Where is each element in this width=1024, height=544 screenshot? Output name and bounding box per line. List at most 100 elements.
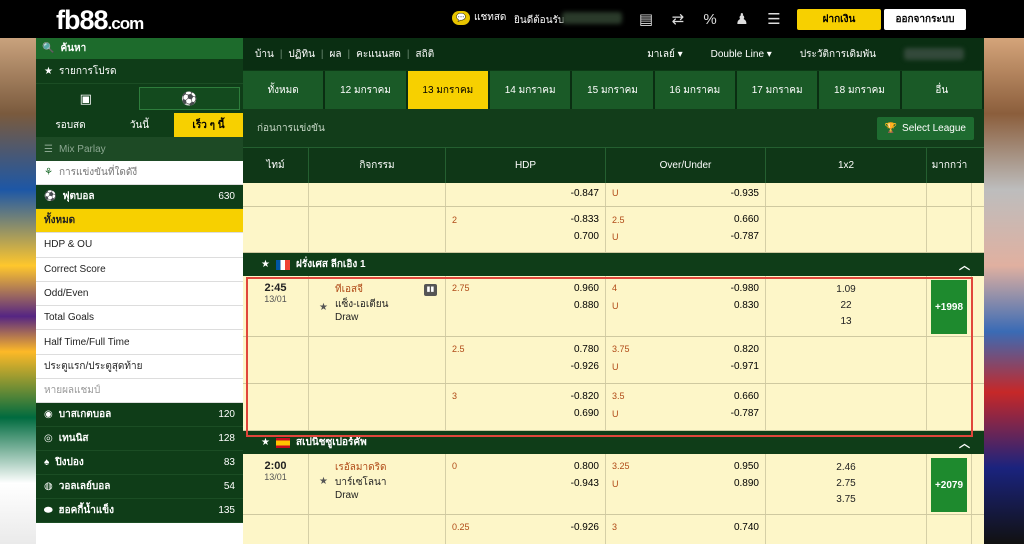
table-row: 0.25 -0.926 3 0.740 <box>243 515 984 544</box>
star-icon[interactable]: ★ <box>261 259 270 270</box>
hdp-odds[interactable]: 0.700 <box>574 231 599 242</box>
date-tab-18[interactable]: 18 มกราคม <box>819 71 902 109</box>
sub-item-correct-score[interactable]: Correct Score <box>36 257 243 282</box>
match-date: 13/01 <box>264 294 287 304</box>
sidebar-item-table-tennis[interactable]: ♠ ปิงปอง 83 <box>36 451 243 476</box>
sub-item-all[interactable]: ทั้งหมด <box>36 209 243 234</box>
sidebar-item-basketball[interactable]: ◉ บาสเกตบอล 120 <box>36 403 243 428</box>
hdp-odds[interactable]: 0.800 <box>574 461 599 472</box>
ou-odds[interactable]: -0.787 <box>731 231 759 242</box>
more-markets-button[interactable]: +2079 <box>931 458 967 512</box>
bank-icon[interactable]: ▤ <box>636 10 656 28</box>
hdp-odds[interactable]: 0.880 <box>574 300 599 311</box>
tab-live[interactable]: รอบสด <box>36 113 105 137</box>
ou-odds[interactable]: 0.660 <box>734 391 759 402</box>
nav-live-score[interactable]: คะแนนสด <box>356 47 401 62</box>
date-tab-all[interactable]: ทั้งหมด <box>243 71 326 109</box>
football-icon: ⚽ <box>44 191 57 202</box>
sidebar-search[interactable]: 🔍 ค้นหา <box>36 38 243 59</box>
scoreboard-view-icon[interactable]: ▣ <box>36 84 136 113</box>
sidebar-item-ice-hockey[interactable]: ⬬ ฮอคกี้น้ำแข็ง 135 <box>36 499 243 524</box>
date-tab-13[interactable]: 13 มกราคม <box>407 71 490 109</box>
tab-upcoming[interactable]: เร็ว ๆ นี้ <box>174 113 243 137</box>
sub-item-htft[interactable]: Half Time/Full Time <box>36 330 243 355</box>
league-header-france[interactable]: ★ ฝรั่งเศส ลีกเอิง 1 ︿ <box>243 253 984 276</box>
display-mode-dropdown[interactable]: Double Line ▾ <box>711 49 772 60</box>
odds-format-dropdown[interactable]: มาเลย์ ▾ <box>647 47 682 62</box>
star-icon[interactable]: ★ <box>319 476 328 487</box>
tab-today[interactable]: วันนี้ <box>105 113 174 137</box>
select-league-button[interactable]: 🏆 Select League <box>876 116 974 140</box>
sidebar-item-volleyball[interactable]: ◍ วอลเลย์บอล 54 <box>36 475 243 500</box>
sub-item-hdp-ou[interactable]: HDP & OU <box>36 233 243 258</box>
hdp-odds[interactable]: -0.833 <box>571 214 599 225</box>
odds-x[interactable]: 3.75 <box>766 492 926 508</box>
list-icon[interactable]: ☰ <box>764 10 784 28</box>
chevron-up-icon[interactable]: ︿ <box>959 257 970 273</box>
ou-odds[interactable]: 0.830 <box>734 300 759 311</box>
odds-main-panel: บ้าน | ปฏิทิน | ผล | คะแนนสด | สถิติ มาเลย์ … <box>243 38 984 544</box>
nav-home[interactable]: บ้าน <box>255 47 274 62</box>
date-tab-15[interactable]: 15 มกราคม <box>572 71 655 109</box>
logout-button[interactable]: ออกจากระบบ <box>884 9 966 30</box>
hdp-odds[interactable]: -0.847 <box>571 188 599 199</box>
nav-stats[interactable]: สถิติ <box>416 47 435 62</box>
transfer-icon[interactable]: ⇄ <box>668 10 688 28</box>
sub-item-outright[interactable]: หายผลแชมป์ <box>36 379 243 404</box>
hdp-odds[interactable]: -0.926 <box>571 522 599 533</box>
date-tab-14[interactable]: 14 มกราคม <box>489 71 573 109</box>
odds-column-header: ไทม์ กิจกรรม HDP Over/Under 1x2 มากกว่า <box>243 147 984 183</box>
ou-odds[interactable]: -0.971 <box>731 361 759 372</box>
stats-icon[interactable]: ▮▮ <box>424 284 437 296</box>
date-tab-17[interactable]: 17 มกราคม <box>736 71 820 109</box>
table-row: 2 -0.833 0.700 2.5 0.660 U -0.787 <box>243 207 984 253</box>
sub-item-odd-even[interactable]: Odd/Even <box>36 281 243 307</box>
odds-table: -0.847 U -0.935 2 -0.833 0.700 2.5 0.660… <box>243 183 984 544</box>
ou-odds[interactable]: 0.950 <box>734 461 759 472</box>
bonus-icon[interactable]: % <box>700 11 720 28</box>
chevron-up-icon[interactable]: ︿ <box>959 435 970 451</box>
odds-1[interactable]: 2.46 <box>766 460 926 476</box>
hdp-odds[interactable]: 0.960 <box>574 283 599 294</box>
odds-x[interactable]: 13 <box>766 314 926 330</box>
user-icon[interactable]: ♟ <box>732 10 752 28</box>
nav-results[interactable]: ผล <box>330 47 342 62</box>
ou-odds[interactable]: 0.660 <box>734 214 759 225</box>
star-icon[interactable]: ★ <box>319 302 328 313</box>
sidebar-item-football[interactable]: ⚽ ฟุตบอล 630 <box>36 185 243 209</box>
bet-history-link[interactable]: ประวัติการเดิมพัน <box>800 47 876 62</box>
sidebar-mix-parlay[interactable]: ☰ Mix Parlay <box>36 137 243 161</box>
ou-odds[interactable]: -0.787 <box>731 408 759 419</box>
ou-odds[interactable]: -0.935 <box>731 188 759 199</box>
odds-2[interactable]: 22 <box>766 298 926 314</box>
table-tennis-icon: ♠ <box>44 457 50 469</box>
match-time: 2:00 <box>264 460 287 472</box>
hdp-odds[interactable]: -0.926 <box>571 361 599 372</box>
date-tab-12[interactable]: 12 มกราคม <box>325 71 408 109</box>
date-tab-16[interactable]: 16 มกราคม <box>654 71 737 109</box>
ou-odds[interactable]: 0.890 <box>734 478 759 489</box>
live-chat-link[interactable]: 💬 แชทสด <box>452 10 506 25</box>
sub-item-first-last-goal[interactable]: ประตูแรก/ประตูสุดท้าย <box>36 354 243 380</box>
fb88-logo[interactable]: fb88.com <box>56 5 144 36</box>
sidebar-item-tennis[interactable]: ◎ เทนนิส 128 <box>36 427 243 452</box>
ou-odds[interactable]: 0.740 <box>734 522 759 533</box>
sidebar-favorites[interactable]: ★ รายการโปรด <box>36 59 243 83</box>
deposit-button[interactable]: ฝากเงิน <box>797 9 881 30</box>
odds-2[interactable]: 2.75 <box>766 476 926 492</box>
odds-1[interactable]: 1.09 <box>766 282 926 298</box>
sub-item-total-goals[interactable]: Total Goals <box>36 306 243 331</box>
ou-odds[interactable]: -0.980 <box>731 283 759 294</box>
star-icon[interactable]: ★ <box>261 437 270 448</box>
hdp-odds[interactable]: 0.690 <box>574 408 599 419</box>
football-view-icon[interactable]: ⚽ <box>138 87 240 110</box>
ou-odds[interactable]: 0.820 <box>734 344 759 355</box>
hdp-odds[interactable]: -0.820 <box>571 391 599 402</box>
nav-calendar[interactable]: ปฏิทิน <box>288 47 315 62</box>
hdp-odds[interactable]: 0.780 <box>574 344 599 355</box>
hdp-odds[interactable]: -0.943 <box>571 478 599 489</box>
league-header-spain[interactable]: ★ สเปนิชซูเปอร์คัพ ︿ <box>243 431 984 454</box>
date-tab-other[interactable]: อื่น <box>901 71 984 109</box>
sidebar-live-events[interactable]: ⚘ การแข่งขันที่ใดดังี <box>36 161 243 185</box>
more-markets-button[interactable]: +1998 <box>931 280 967 334</box>
